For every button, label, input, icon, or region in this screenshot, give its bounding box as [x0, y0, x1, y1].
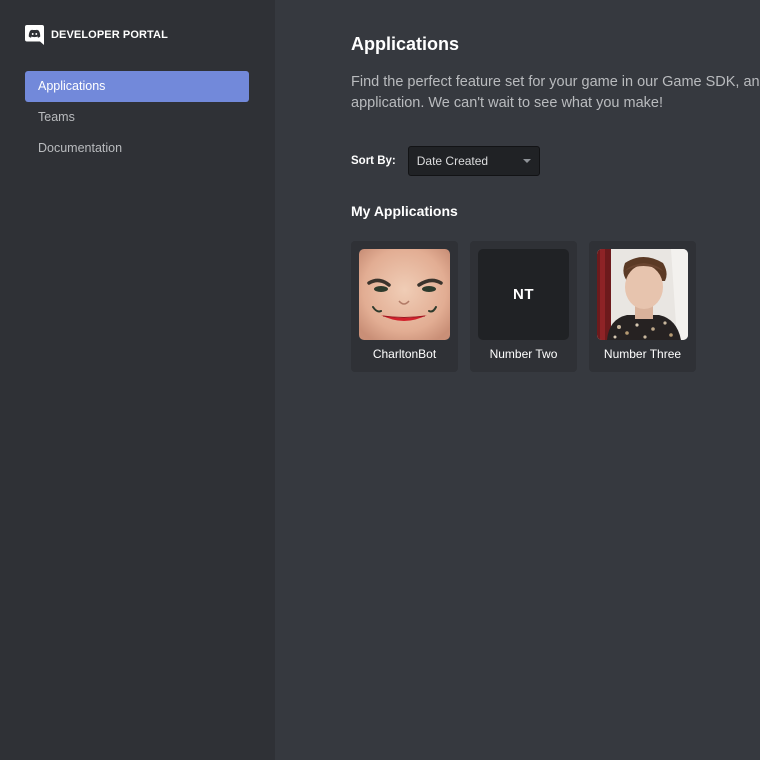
app-name: CharltonBot [372, 347, 437, 361]
developer-portal-app: DEVELOPER PORTAL Applications Teams Docu… [0, 0, 760, 760]
brand-title: DEVELOPER PORTAL [51, 29, 168, 41]
applications-grid: CharltonBot NT Number Two Number Three [351, 241, 696, 372]
discord-logo-icon [25, 25, 44, 45]
app-card-number-two[interactable]: NT Number Two [470, 241, 577, 372]
sort-select[interactable]: Date Created [407, 146, 540, 176]
section-title-my-applications: My Applications [351, 203, 458, 219]
app-card-charltonbot[interactable]: CharltonBot [351, 241, 458, 372]
brand[interactable]: DEVELOPER PORTAL [25, 25, 168, 45]
sidebar-nav: Applications Teams Documentation [25, 71, 249, 164]
page-description-line-2: application. We can't wait to see what y… [351, 95, 663, 111]
app-icon [359, 249, 450, 340]
app-icon: NT [478, 249, 569, 340]
main-content: Applications Find the perfect feature se… [275, 0, 760, 760]
sidebar: DEVELOPER PORTAL Applications Teams Docu… [0, 0, 275, 760]
sort-label: Sort By: [351, 155, 396, 167]
sort-row: Sort By: Date Created [351, 145, 540, 177]
face-avatar-icon [359, 249, 450, 340]
sidebar-item-documentation[interactable]: Documentation [25, 133, 249, 164]
app-name: Number Three [603, 347, 682, 361]
chevron-down-icon [522, 159, 531, 163]
sort-selected-value: Date Created [416, 154, 489, 168]
photo-avatar-icon [597, 249, 688, 340]
app-initials: NT [478, 249, 569, 340]
page-description: Find the perfect feature set for your ga… [351, 72, 760, 114]
sidebar-item-teams[interactable]: Teams [25, 102, 249, 133]
app-card-number-three[interactable]: Number Three [589, 241, 696, 372]
page-title: Applications [351, 34, 460, 54]
app-icon [597, 249, 688, 340]
page-description-line-1: Find the perfect feature set for your ga… [351, 74, 760, 90]
app-name: Number Two [489, 347, 558, 361]
sidebar-item-applications[interactable]: Applications [25, 71, 249, 102]
